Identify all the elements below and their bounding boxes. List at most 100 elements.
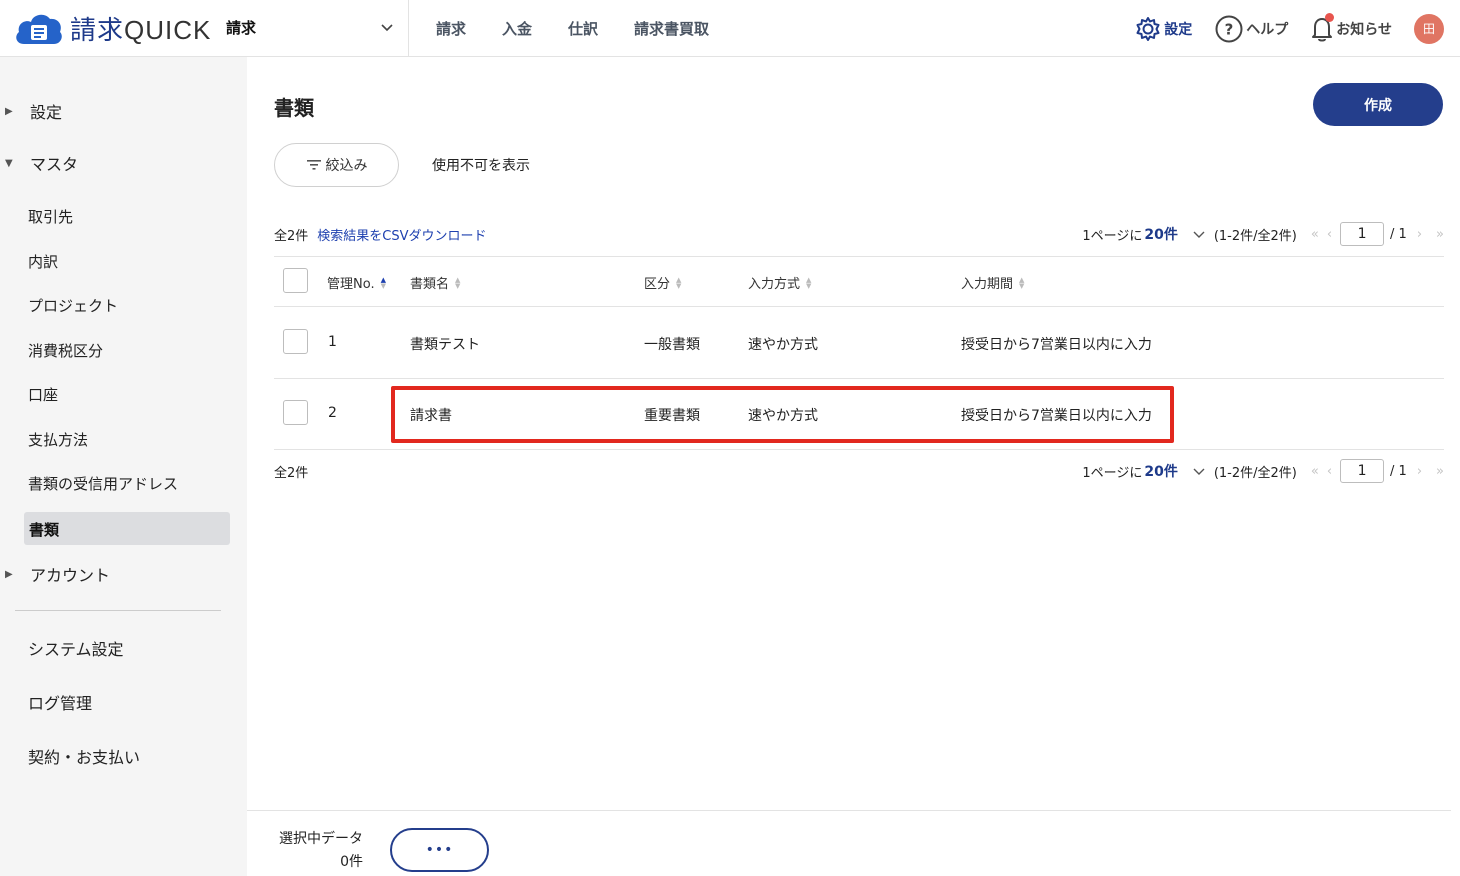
sidebar-item-document-address[interactable]: 書類の受信用アドレス — [28, 473, 178, 494]
sidebar-group-label: マスタ — [30, 155, 79, 174]
column-header-label: 書類名 — [410, 277, 450, 292]
help-link[interactable]: ? ヘルプ — [1214, 14, 1288, 44]
selected-data-count: 0件 — [340, 854, 363, 870]
notification-dot — [1325, 12, 1335, 22]
row-method: 速やか方式 — [748, 337, 818, 353]
header-utilities: 設定 ? ヘルプ お知らせ 田 — [1112, 0, 1444, 57]
sidebar-item-system-settings[interactable]: システム設定 — [28, 636, 124, 660]
sidebar-item-project[interactable]: プロジェクト — [28, 295, 118, 316]
range-label: (1-2件/全2件) — [1213, 465, 1297, 481]
select-all-checkbox[interactable] — [283, 268, 308, 293]
help-label: ヘルプ — [1246, 21, 1289, 38]
per-page-value[interactable]: 20件 — [1144, 224, 1177, 244]
settings-link[interactable]: 設定 — [1134, 15, 1192, 43]
table-row-border — [274, 378, 1444, 379]
column-header-label: 入力期間 — [961, 277, 1014, 292]
next-page-icon[interactable]: › — [1417, 464, 1422, 479]
footer-divider — [247, 810, 1451, 811]
sidebar-item-contract-payment[interactable]: 契約・お支払い — [28, 744, 140, 768]
header-divider — [408, 0, 409, 57]
sidebar-item-payment-method[interactable]: 支払方法 — [28, 429, 88, 450]
row-checkbox[interactable] — [283, 400, 308, 425]
nav-journal[interactable]: 仕訳 — [568, 18, 598, 39]
table-bottom-border — [274, 449, 1444, 450]
app-logo[interactable]: 請求QUICK — [14, 10, 211, 46]
page-total: / 1 — [1390, 226, 1407, 242]
notice-link[interactable]: お知らせ — [1310, 12, 1392, 43]
logo-main-text: 請求 — [70, 14, 125, 45]
table-row-border — [274, 306, 1444, 307]
results-toolbar-bottom: 全2件 1ページに 20件 (1-2件/全2件) « ‹ 1 / 1 › » — [274, 459, 1444, 483]
cloud-logo-icon — [14, 10, 64, 46]
total-count: 全2件 — [274, 228, 309, 244]
first-page-icon[interactable]: « — [1311, 464, 1319, 479]
column-header-method[interactable]: 入力方式 ▲ ▼ — [748, 273, 811, 292]
caret-down-icon: ▼ — [5, 157, 13, 169]
sidebar-item-clients[interactable]: 取引先 — [28, 206, 73, 227]
sidebar-item-breakdown[interactable]: 内訳 — [28, 251, 58, 272]
row-period: 授受日から7営業日以内に入力 — [961, 337, 1152, 353]
create-button[interactable]: 作成 — [1313, 83, 1443, 126]
sidebar-item-log-management[interactable]: ログ管理 — [28, 690, 92, 714]
prev-page-icon[interactable]: ‹ — [1327, 227, 1332, 242]
last-page-icon[interactable]: » — [1436, 227, 1444, 242]
csv-download-link[interactable]: 検索結果をCSVダウンロード — [317, 225, 486, 244]
table-top-border — [274, 256, 1444, 257]
sidebar-item-tax-category[interactable]: 消費税区分 — [28, 340, 103, 361]
page-number-input[interactable]: 1 — [1340, 222, 1385, 246]
row-checkbox[interactable] — [283, 329, 308, 354]
sidebar-item-bank-account[interactable]: 口座 — [28, 384, 58, 405]
column-header-label: 管理No. — [327, 277, 375, 292]
filter-button[interactable]: 絞込み — [274, 143, 399, 187]
nav-payment-received[interactable]: 入金 — [502, 18, 532, 39]
app-switcher-label: 請求 — [226, 18, 257, 37]
last-page-icon[interactable]: » — [1436, 464, 1444, 479]
sidebar-group-account[interactable]: ▶ アカウント — [0, 563, 247, 585]
page-total: / 1 — [1390, 463, 1407, 479]
first-page-icon[interactable]: « — [1311, 227, 1319, 242]
range-label: (1-2件/全2件) — [1213, 228, 1297, 244]
help-icon: ? — [1215, 15, 1243, 42]
sort-icon: ▲ ▼ — [455, 275, 461, 290]
row-name[interactable]: 書類テスト — [410, 334, 480, 354]
sidebar-group-label: 設定 — [30, 103, 63, 122]
logo-sub-text: QUICK — [124, 14, 212, 45]
app-switcher[interactable]: 請求 — [226, 14, 396, 40]
next-page-icon[interactable]: › — [1417, 227, 1422, 242]
page-number-input[interactable]: 1 — [1340, 459, 1385, 483]
column-header-no[interactable]: 管理No. ▲ ▼ — [327, 273, 386, 292]
page-title: 書類 — [274, 96, 314, 120]
sort-icon: ▲ ▼ — [676, 275, 682, 290]
sort-icon: ▲ ▼ — [806, 275, 812, 290]
selected-data-label: 選択中データ — [279, 831, 363, 847]
column-header-category[interactable]: 区分 ▲ ▼ — [644, 273, 681, 292]
user-avatar[interactable]: 田 — [1414, 13, 1444, 44]
show-disabled-toggle[interactable]: 使用不可を表示 — [432, 155, 530, 175]
more-actions-button[interactable]: ••• — [390, 828, 489, 872]
svg-text:?: ? — [1225, 20, 1234, 38]
sidebar-group-master[interactable]: ▼ マスタ — [0, 152, 247, 174]
column-header-name[interactable]: 書類名 ▲ ▼ — [410, 273, 460, 292]
column-header-period[interactable]: 入力期間 ▲ ▼ — [961, 273, 1024, 292]
nav-invoice[interactable]: 請求 — [436, 18, 466, 39]
sort-icon: ▲ ▼ — [380, 275, 386, 290]
sidebar-group-label: アカウント — [30, 566, 111, 585]
chevron-down-icon — [381, 24, 393, 32]
chevron-down-icon[interactable] — [1192, 464, 1206, 478]
prev-page-icon[interactable]: ‹ — [1327, 464, 1332, 479]
notice-label: お知らせ — [1336, 21, 1392, 38]
per-page-label: 1ページに — [1082, 228, 1143, 244]
chevron-down-icon[interactable] — [1192, 227, 1206, 241]
sidebar-group-settings[interactable]: ▶ 設定 — [0, 100, 247, 122]
sidebar-item-documents[interactable]: 書類 — [24, 512, 230, 545]
sidebar-divider — [15, 610, 221, 611]
column-header-label: 入力方式 — [748, 277, 801, 292]
sort-icon: ▲ ▼ — [1019, 275, 1025, 290]
logo-text: 請求QUICK — [70, 10, 211, 47]
nav-invoice-purchase[interactable]: 請求書買取 — [634, 18, 709, 39]
results-toolbar-top: 全2件 検索結果をCSVダウンロード 1ページに 20件 (1-2件/全2件) … — [274, 222, 1444, 246]
row-category: 一般書類 — [644, 337, 700, 353]
per-page-value[interactable]: 20件 — [1144, 461, 1177, 481]
app-header: 請求QUICK 請求 請求 入金 仕訳 請求書買取 設定 ? ヘルプ お知らせ … — [0, 0, 1460, 57]
caret-right-icon: ▶ — [5, 568, 13, 580]
